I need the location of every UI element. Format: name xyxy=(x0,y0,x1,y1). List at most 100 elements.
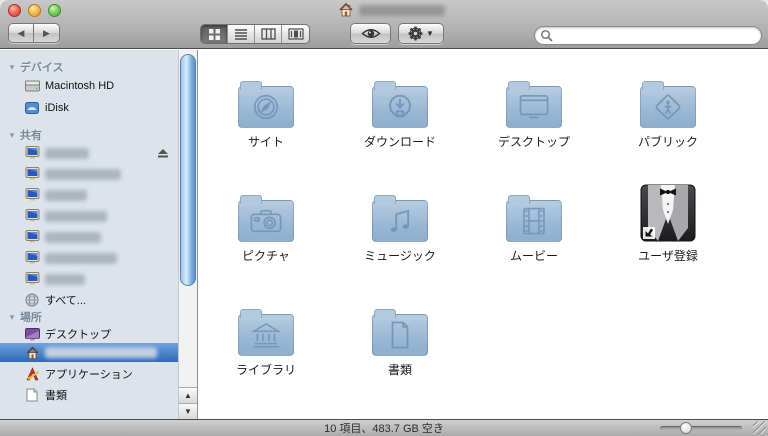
file-item-sites[interactable]: サイト xyxy=(199,62,333,176)
shared-computer-icon xyxy=(24,271,40,287)
icon-size-slider[interactable] xyxy=(660,422,742,434)
folder-icon-public-sign xyxy=(640,81,696,128)
sidebar-item-shared-computer[interactable] xyxy=(0,270,178,288)
list-view-button[interactable] xyxy=(228,25,255,43)
sidebar-item-shared-computer[interactable] xyxy=(0,186,178,204)
shared-computer-name-redacted xyxy=(45,210,107,222)
file-item-pictures[interactable]: ピクチャ xyxy=(199,176,333,290)
icon-view-content: サイト ダウンロード デスクトップ パブリック ピクチャ ミュージック ムービー… xyxy=(199,50,768,419)
scroll-down-button[interactable]: ▼ xyxy=(179,403,197,419)
quick-look-button[interactable] xyxy=(350,23,391,44)
sidebar-section-shared[interactable]: ▼ 共有 xyxy=(0,126,178,144)
coverflow-view-button[interactable] xyxy=(282,25,309,43)
back-button[interactable]: ◀ xyxy=(8,23,34,43)
view-switcher xyxy=(200,24,310,44)
sidebar-item-label: アプリケーション xyxy=(45,369,133,381)
file-label: ダウンロード xyxy=(363,135,436,149)
icon-view-icon xyxy=(208,28,220,40)
sidebar-item-idisk[interactable]: iDisk xyxy=(0,99,178,117)
shared-computer-name-redacted xyxy=(45,252,117,264)
file-label: ライブラリ xyxy=(235,363,296,377)
navigation-buttons: ◀ ▶ xyxy=(8,23,60,43)
sidebar-item-label: 書類 xyxy=(45,390,67,402)
home-name-redacted xyxy=(45,347,157,358)
file-item-user-registration[interactable]: ユーザ登録 xyxy=(601,176,735,290)
sidebar-item-desktop[interactable]: デスクトップ xyxy=(0,325,178,343)
finder-window: ◀ ▶ ▼ ▼ デバイス Macintosh HD iDisk ▼ 共有 すべて… xyxy=(0,0,768,436)
scrollbar-thumb[interactable] xyxy=(180,54,196,286)
shared-computer-name-redacted xyxy=(45,147,89,159)
sidebar-item-label: Macintosh HD xyxy=(45,80,115,92)
icon-view-button[interactable] xyxy=(201,25,228,43)
folder-icon-compass xyxy=(238,81,294,128)
file-item-documents[interactable]: 書類 xyxy=(333,290,467,404)
sidebar-item-label: すべて... xyxy=(45,295,86,307)
sidebar-item-documents[interactable]: 書類 xyxy=(0,386,178,404)
column-view-button[interactable] xyxy=(255,25,282,43)
column-view-icon xyxy=(260,28,276,40)
file-label: デスクトップ xyxy=(497,135,570,149)
search-field[interactable] xyxy=(534,26,762,45)
section-label-places: 場所 xyxy=(19,312,42,324)
window-title xyxy=(338,2,445,18)
file-item-music[interactable]: ミュージック xyxy=(333,176,467,290)
file-label: ユーザ登録 xyxy=(638,249,698,263)
sidebar-item-shared-computer[interactable] xyxy=(0,144,178,162)
sidebar-item-shared-computer[interactable] xyxy=(0,249,178,267)
coverflow-view-icon xyxy=(287,28,304,40)
section-label-shared: 共有 xyxy=(19,130,42,142)
alias-arrow-badge xyxy=(643,227,655,239)
desktop-icon xyxy=(24,326,40,342)
shared-computer-name-redacted xyxy=(45,273,85,285)
action-menu-button[interactable]: ▼ xyxy=(398,23,444,44)
folder-icon-camera xyxy=(238,195,294,242)
sidebar-item-shared-computer[interactable] xyxy=(0,207,178,225)
globe-icon xyxy=(24,292,40,308)
sidebar-item-applications[interactable]: アプリケーション xyxy=(0,365,178,383)
zoom-button[interactable] xyxy=(48,4,61,17)
shared-computer-icon xyxy=(24,208,40,224)
file-item-library[interactable]: ライブラリ xyxy=(199,290,333,404)
home-icon xyxy=(339,2,353,17)
disclosure-triangle-icon: ▼ xyxy=(8,312,16,322)
hard-drive-icon xyxy=(24,78,40,94)
file-item-downloads[interactable]: ダウンロード xyxy=(333,62,467,176)
file-label: ムービー xyxy=(509,249,558,263)
resize-grip-icon[interactable] xyxy=(753,421,766,434)
sidebar-section-devices[interactable]: ▼ デバイス xyxy=(0,58,178,76)
minimize-button[interactable] xyxy=(28,4,41,17)
status-text: 10 項目、483.7 GB 空き xyxy=(324,423,444,435)
sidebar-item-label: iDisk xyxy=(45,102,69,114)
search-input[interactable] xyxy=(553,28,743,43)
file-item-desktop[interactable]: デスクトップ xyxy=(467,62,601,176)
sidebar-item-all-shared[interactable]: すべて... xyxy=(0,291,178,309)
status-bar: 10 項目、483.7 GB 空き xyxy=(0,419,768,436)
icon-grid: サイト ダウンロード デスクトップ パブリック ピクチャ ミュージック ムービー… xyxy=(199,50,768,419)
file-item-movies[interactable]: ムービー xyxy=(467,176,601,290)
eject-icon[interactable] xyxy=(156,146,170,160)
shared-computer-name-redacted xyxy=(45,168,121,180)
sidebar-item-macintosh-hd[interactable]: Macintosh HD xyxy=(0,77,178,95)
sidebar-item-shared-computer[interactable] xyxy=(0,165,178,183)
folder-icon-music-note xyxy=(372,195,428,242)
scroll-up-button[interactable]: ▲ xyxy=(179,387,197,403)
shared-computer-icon xyxy=(24,229,40,245)
sidebar: ▼ デバイス Macintosh HD iDisk ▼ 共有 すべて... ▼ … xyxy=(0,50,178,419)
shared-computer-icon xyxy=(24,145,40,161)
forward-button[interactable]: ▶ xyxy=(34,23,60,43)
sidebar-scrollbar[interactable]: ▲ ▼ xyxy=(178,50,198,419)
titlebar-toolbar: ◀ ▶ ▼ xyxy=(0,0,768,49)
file-item-public[interactable]: パブリック xyxy=(601,62,735,176)
sidebar-section-places[interactable]: ▼ 場所 xyxy=(0,308,178,326)
slider-knob[interactable] xyxy=(680,422,692,434)
close-button[interactable] xyxy=(8,4,21,17)
tuxedo-alias-icon xyxy=(640,184,696,242)
sidebar-item-home-selected[interactable] xyxy=(0,343,178,362)
file-label: パブリック xyxy=(637,135,698,149)
shared-computer-name-redacted xyxy=(45,189,87,201)
folder-icon-film-strip xyxy=(506,195,562,242)
folder-icon-document-page xyxy=(372,309,428,356)
home-icon xyxy=(24,345,40,361)
sidebar-item-shared-computer[interactable] xyxy=(0,228,178,246)
disclosure-triangle-icon: ▼ xyxy=(8,62,16,72)
